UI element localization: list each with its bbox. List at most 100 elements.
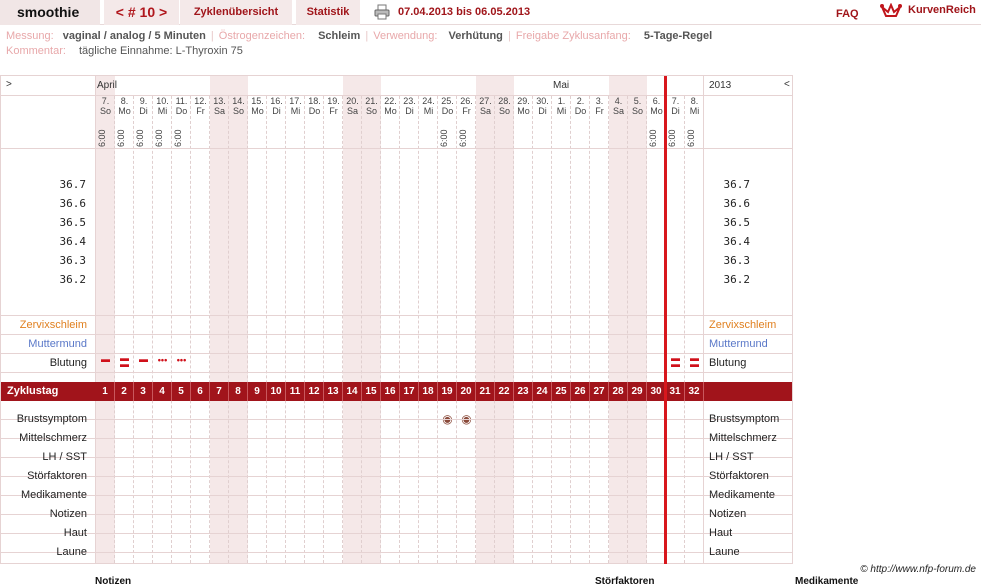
day-date: 16. Di <box>267 96 286 116</box>
day-column[interactable]: 11. Do 6:00 ••• <box>172 76 191 563</box>
cycle-day-number: 20 <box>457 382 476 401</box>
day-column[interactable]: 27. Sa <box>476 76 495 563</box>
day-column[interactable]: 29. Mo <box>514 76 533 563</box>
day-column[interactable]: 9. Di 6:00 ▬ <box>134 76 153 563</box>
weekday: So <box>232 106 244 116</box>
kommentar-label: Kommentar: <box>6 45 66 57</box>
cycle-overview-tab[interactable]: Zyklenübersicht <box>180 0 292 25</box>
day-column[interactable]: 30. Di <box>533 76 552 563</box>
month-mai: Mai <box>553 80 570 91</box>
temp-tick-right: 36.6 <box>723 197 751 210</box>
day-column[interactable]: 2. Do <box>571 76 590 563</box>
day-column[interactable]: 7. So 6:00 ▬ <box>96 76 115 563</box>
cycle-day-number: 6 <box>191 382 210 401</box>
day-number: 10. <box>156 96 169 106</box>
measure-time <box>610 126 626 150</box>
scroll-left-button[interactable]: > <box>6 79 12 90</box>
day-column[interactable]: 7. Di 6:00 ▬ ▬ <box>666 76 685 563</box>
day-column[interactable]: 13. Sa <box>210 76 229 563</box>
day-date: 8. Mi <box>685 96 704 116</box>
weekday: So <box>99 106 111 116</box>
brand-logo[interactable]: KurvenReich <box>908 2 976 18</box>
printer-icon[interactable] <box>374 4 390 20</box>
day-number: 23. <box>403 96 416 106</box>
measure-time <box>268 126 284 150</box>
scroll-right-button[interactable]: < <box>784 79 790 90</box>
weekday: Mo <box>251 106 264 116</box>
day-column[interactable]: 17. Mi <box>286 76 305 563</box>
day-column[interactable]: 28. So <box>495 76 514 563</box>
temp-tick-left: 36.5 <box>59 216 87 229</box>
weekday: Do <box>308 106 321 116</box>
day-column[interactable]: 26. Fr 6:00 ◉ <box>457 76 476 563</box>
day-column[interactable]: 18. Do <box>305 76 324 563</box>
day-number: 8. <box>690 96 699 106</box>
day-number: 14. <box>232 96 245 106</box>
weekday: Di <box>405 106 414 116</box>
day-column[interactable]: 20. Sa <box>343 76 362 563</box>
day-date: 7. So <box>96 96 115 116</box>
day-column[interactable]: 4. Sa <box>609 76 628 563</box>
row-label: Haut <box>63 527 87 539</box>
day-date: 8. Mo <box>115 96 134 116</box>
weekday: So <box>365 106 377 116</box>
cycle-day-number: 28 <box>609 382 628 401</box>
oestrogen-value: Schleim <box>318 30 361 42</box>
day-date: 19. Fr <box>324 96 343 116</box>
day-column[interactable]: 8. Mo 6:00 ▬ ▬ <box>115 76 134 563</box>
day-number: 25. <box>441 96 454 106</box>
row-label: Medikamente <box>20 489 87 501</box>
day-date: 13. Sa <box>210 96 229 116</box>
day-column[interactable]: 5. So <box>628 76 647 563</box>
weekday: Do <box>441 106 454 116</box>
day-column[interactable]: 16. Di <box>267 76 286 563</box>
measure-time <box>363 126 379 150</box>
day-column[interactable]: 3. Fr <box>590 76 609 563</box>
day-column[interactable]: 15. Mo <box>248 76 267 563</box>
temp-tick-left: 36.7 <box>59 178 87 191</box>
measure-time <box>553 126 569 150</box>
day-number: 30. <box>536 96 549 106</box>
day-date: 15. Mo <box>248 96 267 116</box>
measure-time: 6:00 <box>135 129 145 147</box>
statistics-tab[interactable]: Statistik <box>296 0 360 25</box>
day-column[interactable]: 1. Mi <box>552 76 571 563</box>
grid-line <box>1 552 792 553</box>
day-column[interactable]: 19. Fr <box>324 76 343 563</box>
day-date: 1. Mi <box>552 96 571 116</box>
date-range: 07.04.2013 bis 06.05.2013 <box>398 6 531 18</box>
day-column[interactable]: 25. Do 6:00 ◉ <box>438 76 457 563</box>
cycle-navigator[interactable]: < # 10 > <box>104 0 179 25</box>
measure-time: 6:00 <box>686 129 696 147</box>
cycle-day-number: 22 <box>495 382 514 401</box>
day-column[interactable]: 12. Fr <box>191 76 210 563</box>
grid-line <box>1 438 792 439</box>
cycle-day-number: 8 <box>229 382 248 401</box>
weekday: Mi <box>423 106 434 116</box>
day-date: 9. Di <box>134 96 153 116</box>
row-label-right: Medikamente <box>709 489 776 501</box>
weekday: Di <box>139 106 148 116</box>
temp-tick-right: 36.2 <box>723 273 751 286</box>
row-label-right: LH / SST <box>709 451 754 463</box>
faq-link[interactable]: FAQ <box>836 3 859 25</box>
day-column[interactable]: 10. Mi 6:00 ••• <box>153 76 172 563</box>
day-column[interactable]: 14. So <box>229 76 248 563</box>
username: smoothie <box>0 0 100 25</box>
measure-time: 6:00 <box>173 129 183 147</box>
day-column[interactable]: 24. Mi <box>419 76 438 563</box>
grid-line <box>1 514 792 515</box>
weekday: Mo <box>517 106 530 116</box>
day-column[interactable]: 8. Mi 6:00 ▬ ▬ <box>685 76 704 563</box>
row-label: Störfaktoren <box>27 470 87 482</box>
cycle-day-number: 32 <box>685 382 704 401</box>
row-label: LH / SST <box>42 451 87 463</box>
day-column[interactable]: 22. Mo <box>381 76 400 563</box>
cycle-day-number: 9 <box>248 382 267 401</box>
day-column[interactable]: 23. Di <box>400 76 419 563</box>
chart-left-axis: > 36.7 36.6 36.5 36.4 36.3 36.2 Zervixschleim… <box>1 76 96 563</box>
weekday: Mi <box>157 106 168 116</box>
measure-time <box>192 126 208 150</box>
day-column[interactable]: 21. So <box>362 76 381 563</box>
cycle-day-number: 1 <box>96 382 115 401</box>
